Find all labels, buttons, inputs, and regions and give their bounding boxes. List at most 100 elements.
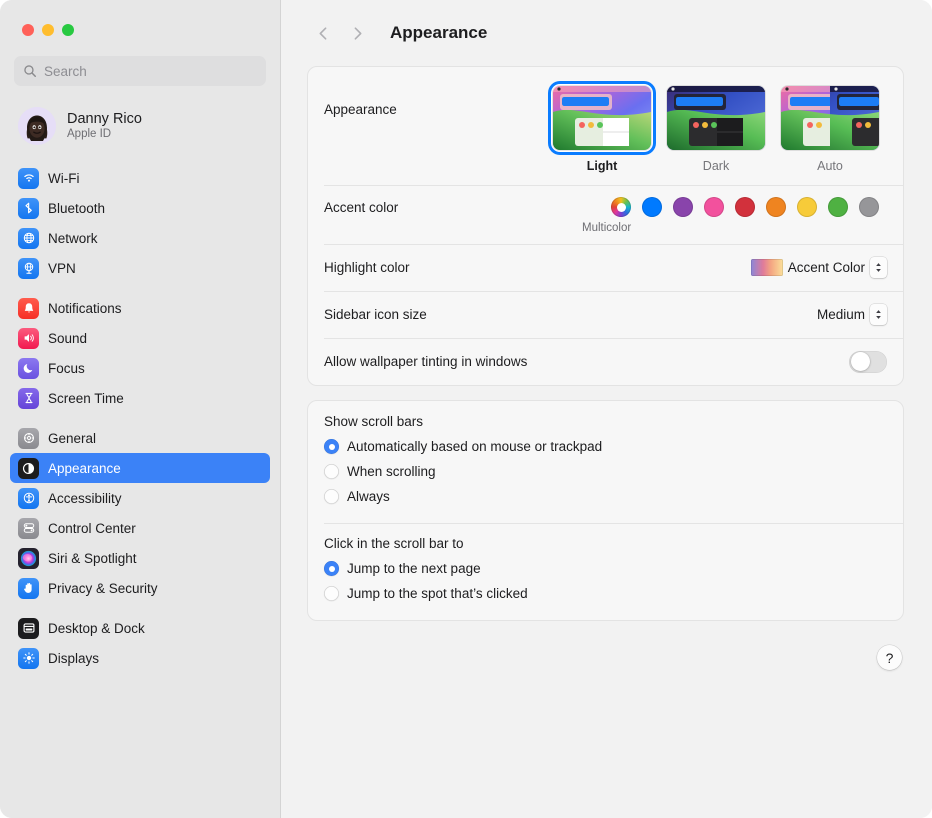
avatar <box>18 107 56 145</box>
forward-button[interactable] <box>341 17 373 49</box>
accent-swatch-blue[interactable] <box>642 197 662 217</box>
sidebar-item-vpn[interactable]: VPN <box>10 253 270 283</box>
sidebar-item-label: Screen Time <box>48 391 124 406</box>
accent-swatches <box>611 197 887 217</box>
chevron-updown-icon[interactable] <box>870 304 887 325</box>
profile-name: Danny Rico <box>67 111 142 128</box>
chevron-left-icon <box>315 25 332 42</box>
sidebar-item-focus[interactable]: Focus <box>10 353 270 383</box>
accent-swatch-multicolor[interactable] <box>611 197 631 217</box>
sidebar-nav: Wi-Fi Bluetooth Network <box>0 163 280 673</box>
hand-icon <box>18 578 39 599</box>
back-button[interactable] <box>307 17 339 49</box>
radio-option-when-scrolling[interactable]: When scrolling <box>324 459 887 484</box>
profile-text: Danny Rico Apple ID <box>67 111 142 142</box>
accent-swatch-pink[interactable] <box>704 197 724 217</box>
speaker-icon <box>18 328 39 349</box>
theme-thumbnail-dark <box>667 86 765 150</box>
minimize-button[interactable] <box>42 24 54 36</box>
radio-button[interactable] <box>324 586 339 601</box>
sidebar-item-label: Privacy & Security <box>48 581 158 596</box>
sidebar-item-accessibility[interactable]: Accessibility <box>10 483 270 513</box>
accent-swatch-graphite[interactable] <box>859 197 879 217</box>
control-center-icon <box>18 518 39 539</box>
sidebar-item-label: VPN <box>48 261 76 276</box>
apple-id-profile[interactable]: Danny Rico Apple ID <box>10 99 270 153</box>
radio-option-always[interactable]: Always <box>324 484 887 509</box>
theme-option-auto[interactable]: Auto <box>781 84 879 173</box>
search-input[interactable] <box>44 64 257 79</box>
sidebar-item-privacy-and-security[interactable]: Privacy & Security <box>10 573 270 603</box>
wallpaper-tinting-control <box>849 351 887 373</box>
sidebar-icon-size-popup[interactable]: Medium <box>817 304 887 325</box>
radio-button[interactable] <box>324 464 339 479</box>
displays-icon <box>18 648 39 669</box>
search-icon <box>23 64 37 78</box>
sidebar-group-desktop: Desktop & Dock Displays <box>10 613 270 673</box>
sidebar-item-control-center[interactable]: Control Center <box>10 513 270 543</box>
help-button[interactable]: ? <box>877 645 902 670</box>
theme-option-dark[interactable]: Dark <box>667 84 765 173</box>
radio-option-automatic[interactable]: Automatically based on mouse or trackpad <box>324 434 887 459</box>
help-row: ? <box>307 635 904 670</box>
wallpaper-tinting-toggle[interactable] <box>849 351 887 373</box>
sidebar-item-sound[interactable]: Sound <box>10 323 270 353</box>
moon-icon <box>18 358 39 379</box>
radio-label: When scrolling <box>347 464 436 479</box>
sidebar-item-label: Accessibility <box>48 491 122 506</box>
sidebar-item-label: Desktop & Dock <box>48 621 145 636</box>
theme-thumb-wrap <box>779 84 881 152</box>
sidebar-item-appearance[interactable]: Appearance <box>10 453 270 483</box>
highlight-color-popup[interactable]: Accent Color <box>751 257 887 278</box>
theme-label: Auto <box>817 159 843 173</box>
scroll-bars-card: Show scroll bars Automatically based on … <box>307 400 904 621</box>
radio-button[interactable] <box>324 489 339 504</box>
profile-subtitle: Apple ID <box>67 128 142 141</box>
toolbar: Appearance <box>281 0 932 66</box>
accent-swatch-orange[interactable] <box>766 197 786 217</box>
theme-option-light[interactable]: Light <box>553 84 651 173</box>
sidebar-item-network[interactable]: Network <box>10 223 270 253</box>
sidebar-item-displays[interactable]: Displays <box>10 643 270 673</box>
accent-swatch-green[interactable] <box>828 197 848 217</box>
radio-label: Always <box>347 489 390 504</box>
close-button[interactable] <box>22 24 34 36</box>
sidebar-item-siri-and-spotlight[interactable]: Siri & Spotlight <box>10 543 270 573</box>
chevron-right-icon <box>349 25 366 42</box>
bell-icon <box>18 298 39 319</box>
settings-scroll-area: Appearance <box>281 66 932 670</box>
sidebar-icon-size-row: Sidebar icon size Medium <box>308 291 903 338</box>
gear-icon <box>18 428 39 449</box>
theme-thumb-wrap <box>665 84 767 152</box>
accent-swatch-red[interactable] <box>735 197 755 217</box>
accent-swatch-purple[interactable] <box>673 197 693 217</box>
sidebar-item-label: Focus <box>48 361 85 376</box>
radio-label: Jump to the spot that’s clicked <box>347 586 528 601</box>
radio-option-jump-next-page[interactable]: Jump to the next page <box>324 556 887 581</box>
accent-swatch-yellow[interactable] <box>797 197 817 217</box>
accent-color-label: Accent color <box>324 200 611 215</box>
sidebar-item-bluetooth[interactable]: Bluetooth <box>10 193 270 223</box>
radio-option-jump-to-spot[interactable]: Jump to the spot that’s clicked <box>324 581 887 606</box>
sidebar-icon-size-label: Sidebar icon size <box>324 307 817 322</box>
show-scroll-bars-section: Show scroll bars Automatically based on … <box>308 401 903 523</box>
radio-button[interactable] <box>324 439 339 454</box>
accent-gradient-swatch <box>751 259 783 276</box>
theme-thumbnail-auto <box>781 86 879 150</box>
sidebar-item-general[interactable]: General <box>10 423 270 453</box>
radio-button[interactable] <box>324 561 339 576</box>
page-title: Appearance <box>390 23 487 43</box>
theme-label: Light <box>587 159 618 173</box>
sidebar-item-wi-fi[interactable]: Wi-Fi <box>10 163 270 193</box>
sidebar-item-screen-time[interactable]: Screen Time <box>10 383 270 413</box>
sidebar-item-label: Displays <box>48 651 99 666</box>
system-settings-window: Danny Rico Apple ID Wi-Fi Bluetooth <box>0 0 932 818</box>
zoom-button[interactable] <box>62 24 74 36</box>
toggle-knob <box>851 352 870 371</box>
sidebar-item-label: Wi-Fi <box>48 171 79 186</box>
sidebar-item-desktop-and-dock[interactable]: Desktop & Dock <box>10 613 270 643</box>
search-field[interactable] <box>14 56 266 86</box>
sidebar-item-notifications[interactable]: Notifications <box>10 293 270 323</box>
chevron-updown-icon[interactable] <box>870 257 887 278</box>
highlight-color-control: Accent Color <box>751 257 887 278</box>
